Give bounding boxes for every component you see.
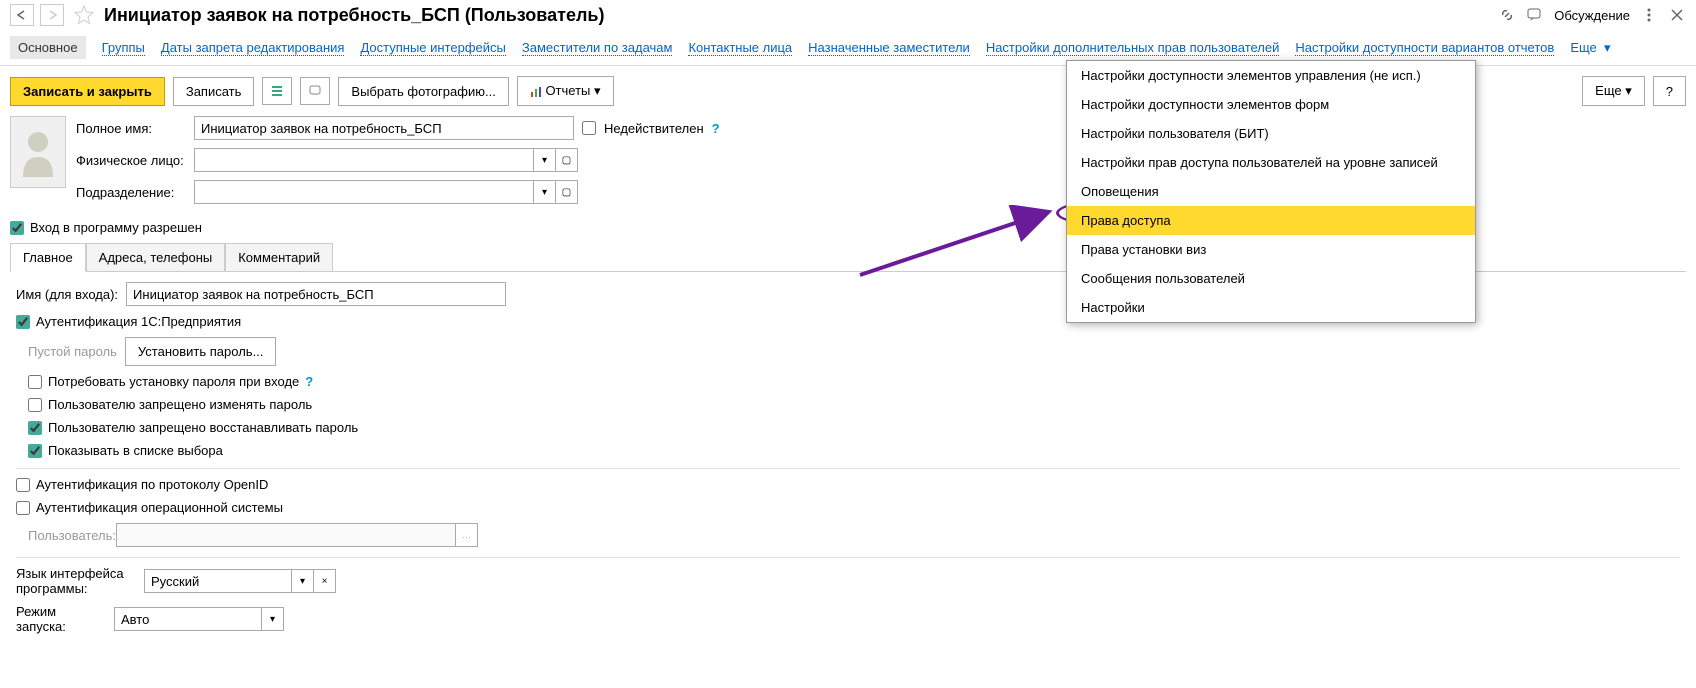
- department-label: Подразделение:: [76, 185, 186, 200]
- language-label: Язык интерфейса программы:: [16, 566, 136, 596]
- person-input[interactable]: [194, 148, 534, 172]
- dropdown-item-4[interactable]: Оповещения: [1067, 177, 1475, 206]
- nav-assigned-deputies[interactable]: Назначенные заместители: [808, 40, 970, 56]
- dropdown-item-5[interactable]: Права доступа: [1067, 206, 1475, 235]
- nav-main[interactable]: Основное: [10, 36, 86, 59]
- card-view-button[interactable]: [262, 77, 292, 105]
- dropdown-item-8[interactable]: Настройки: [1067, 293, 1475, 322]
- department-dropdown-button[interactable]: ▾: [534, 180, 556, 204]
- dropdown-item-2[interactable]: Настройки пользователя (БИТ): [1067, 119, 1475, 148]
- department-open-button[interactable]: ▢: [556, 180, 578, 204]
- help-icon[interactable]: ?: [712, 121, 720, 136]
- person-dropdown-button[interactable]: ▾: [534, 148, 556, 172]
- chat-button[interactable]: [300, 77, 330, 105]
- page-title: Инициатор заявок на потребность_БСП (Пол…: [104, 5, 604, 26]
- auth-1c-checkbox[interactable]: [16, 315, 30, 329]
- avatar[interactable]: [10, 116, 66, 188]
- speech-icon: [308, 84, 322, 98]
- reports-button[interactable]: Отчеты ▾: [517, 76, 614, 106]
- forbid-change-checkbox[interactable]: [28, 398, 42, 412]
- dropdown-item-7[interactable]: Сообщения пользователей: [1067, 264, 1475, 293]
- discuss-label[interactable]: Обсуждение: [1554, 8, 1630, 23]
- show-in-list-checkbox[interactable]: [28, 444, 42, 458]
- arrow-left-icon: [16, 10, 28, 20]
- discuss-icon[interactable]: [1526, 6, 1544, 24]
- tab-addresses[interactable]: Адреса, телефоны: [86, 243, 226, 271]
- set-password-button[interactable]: Установить пароль...: [125, 337, 276, 366]
- person-open-button[interactable]: ▢: [556, 148, 578, 172]
- nav-more[interactable]: Еще ▾: [1570, 40, 1610, 56]
- empty-password-label: Пустой пароль: [28, 344, 117, 359]
- invalid-label: Недействителен: [604, 121, 704, 136]
- auth-openid-label: Аутентификация по протоколу OpenID: [36, 477, 268, 492]
- nav-groups[interactable]: Группы: [102, 40, 145, 56]
- login-name-input[interactable]: [126, 282, 506, 306]
- forbid-change-label: Пользователю запрещено изменять пароль: [48, 397, 312, 412]
- language-dropdown-button[interactable]: ▾: [292, 569, 314, 593]
- arrow-right-icon: [46, 10, 58, 20]
- require-password-checkbox[interactable]: [28, 375, 42, 389]
- list-icon: [270, 84, 284, 98]
- nav-interfaces[interactable]: Доступные интерфейсы: [360, 40, 505, 56]
- person-label: Физическое лицо:: [76, 153, 186, 168]
- close-icon[interactable]: [1668, 6, 1686, 24]
- auth-1c-label: Аутентификация 1С:Предприятия: [36, 314, 241, 329]
- choose-photo-button[interactable]: Выбрать фотографию...: [338, 77, 508, 106]
- more-button[interactable]: Еще ▾: [1582, 76, 1645, 106]
- login-name-label: Имя (для входа):: [16, 287, 118, 302]
- dropdown-item-6[interactable]: Права установки виз: [1067, 235, 1475, 264]
- language-select[interactable]: [144, 569, 292, 593]
- nav-back-button[interactable]: [10, 4, 34, 26]
- dropdown-item-3[interactable]: Настройки прав доступа пользователей на …: [1067, 148, 1475, 177]
- full-name-label: Полное имя:: [76, 121, 186, 136]
- nav-report-variants[interactable]: Настройки доступности вариантов отчетов: [1295, 40, 1554, 56]
- nav-forward-button[interactable]: [40, 4, 64, 26]
- link-icon[interactable]: [1498, 6, 1516, 24]
- launch-mode-label: Режим запуска:: [16, 604, 106, 634]
- login-allowed-checkbox[interactable]: [10, 221, 24, 235]
- save-button[interactable]: Записать: [173, 77, 255, 106]
- os-user-input: [116, 523, 456, 547]
- nav-edit-ban-dates[interactable]: Даты запрета редактирования: [161, 40, 345, 56]
- login-allowed-label: Вход в программу разрешен: [30, 220, 202, 235]
- report-icon: [530, 86, 542, 98]
- forbid-restore-checkbox[interactable]: [28, 421, 42, 435]
- department-input[interactable]: [194, 180, 534, 204]
- tab-comment[interactable]: Комментарий: [225, 243, 333, 271]
- nav-deputies-tasks[interactable]: Заместители по задачам: [522, 40, 673, 56]
- person-icon: [18, 127, 58, 177]
- help-icon-2[interactable]: ?: [305, 374, 313, 389]
- dropdown-item-1[interactable]: Настройки доступности элементов форм: [1067, 90, 1475, 119]
- forbid-restore-label: Пользователю запрещено восстанавливать п…: [48, 420, 358, 435]
- invalid-checkbox[interactable]: [582, 121, 596, 135]
- tab-main[interactable]: Главное: [10, 243, 86, 272]
- auth-openid-checkbox[interactable]: [16, 478, 30, 492]
- help-button[interactable]: ?: [1653, 76, 1686, 106]
- save-close-button[interactable]: Записать и закрыть: [10, 77, 165, 106]
- os-user-select-button: …: [456, 523, 478, 547]
- nav-contacts[interactable]: Контактные лица: [688, 40, 792, 56]
- more-dropdown-menu: Настройки доступности элементов управлен…: [1066, 60, 1476, 323]
- full-name-input[interactable]: [194, 116, 574, 140]
- nav-extra-rights[interactable]: Настройки дополнительных прав пользовате…: [986, 40, 1280, 56]
- more-menu-icon[interactable]: [1640, 6, 1658, 24]
- require-password-label: Потребовать установку пароля при входе: [48, 374, 299, 389]
- dropdown-item-0[interactable]: Настройки доступности элементов управлен…: [1067, 61, 1475, 90]
- os-user-label: Пользователь:: [28, 528, 108, 543]
- language-clear-button[interactable]: ×: [314, 569, 336, 593]
- auth-os-checkbox[interactable]: [16, 501, 30, 515]
- auth-os-label: Аутентификация операционной системы: [36, 500, 283, 515]
- launch-mode-dropdown-button[interactable]: ▾: [262, 607, 284, 631]
- show-in-list-label: Показывать в списке выбора: [48, 443, 223, 458]
- favorite-icon[interactable]: [74, 5, 94, 25]
- launch-mode-select[interactable]: [114, 607, 262, 631]
